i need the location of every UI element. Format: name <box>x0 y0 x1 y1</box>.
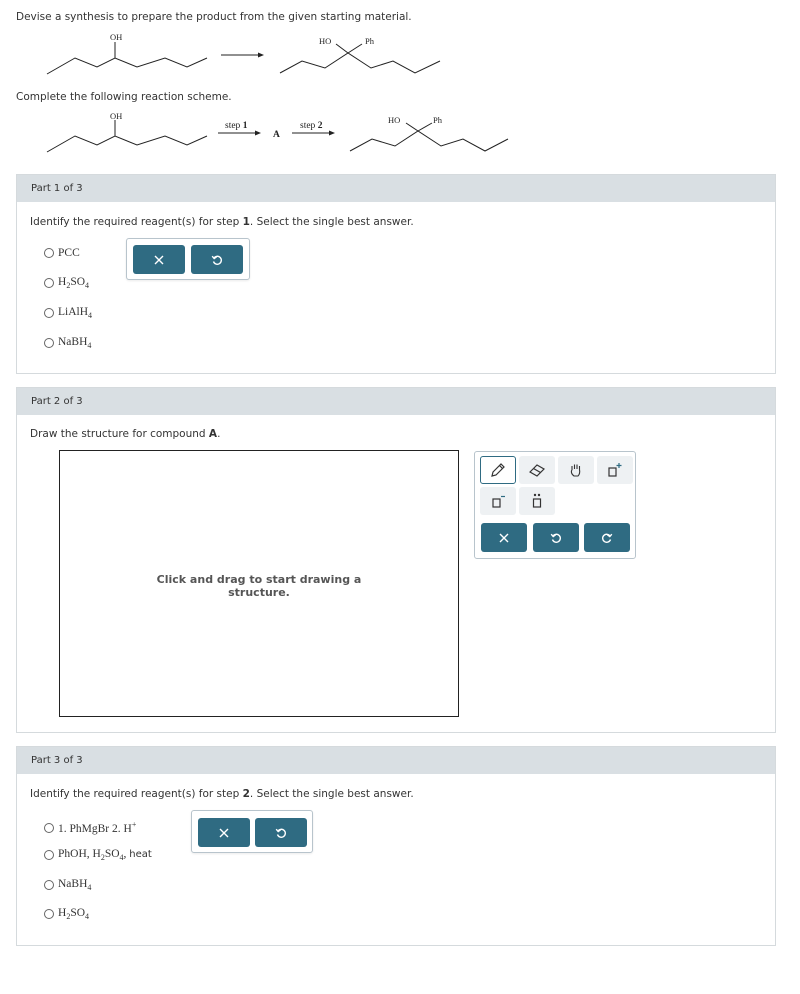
ho-label: HO <box>319 36 331 46</box>
radio-button[interactable] <box>44 248 54 258</box>
oh-label: OH <box>110 111 122 121</box>
part3-action-panel <box>191 810 313 853</box>
hand-tool[interactable] <box>558 456 594 484</box>
undo-icon <box>275 828 286 838</box>
undo-icon <box>211 255 222 265</box>
svg-text:step 1: step 1 <box>225 121 248 131</box>
radio-button[interactable] <box>44 338 54 348</box>
close-icon <box>154 255 164 264</box>
radio-button[interactable] <box>44 850 54 860</box>
reaction-scheme-bottom: OH step 1 A step 2 HO Ph <box>46 111 509 153</box>
canvas-hint: Click and drag to start drawing a struct… <box>156 573 362 599</box>
lone-pair-tool[interactable] <box>519 487 555 515</box>
part1-option-lialh4[interactable]: LiAlH4 <box>44 306 92 320</box>
undo-icon <box>550 533 561 543</box>
part3-option-nabh4[interactable]: NaBH4 <box>44 878 91 892</box>
drawing-toolbar <box>474 451 636 559</box>
positive-charge-tool[interactable] <box>597 456 633 484</box>
part1-option-nabh4[interactable]: NaBH4 <box>44 336 91 350</box>
close-icon <box>219 828 229 837</box>
negative-charge-tool[interactable] <box>480 487 516 515</box>
part3-option-phoh[interactable]: PhOH, H2SO4, heat <box>44 848 152 862</box>
part3-option-h2so4[interactable]: H2SO4 <box>44 907 89 921</box>
step1-word: step <box>225 121 241 131</box>
eraser-icon <box>529 464 545 477</box>
part1-action-panel <box>126 238 250 280</box>
part1-option-pcc[interactable]: PCC <box>44 247 80 259</box>
close-icon <box>499 533 509 542</box>
radio-button[interactable] <box>44 822 54 833</box>
part3-clear-button[interactable] <box>198 818 250 847</box>
part3-undo-button[interactable] <box>255 818 307 847</box>
compound-a-label: A <box>273 130 280 140</box>
part3-option-phmgbr[interactable]: 1. PhMgBr 2. H+ <box>44 820 136 835</box>
part2-undo-button[interactable] <box>533 523 579 552</box>
complete-text: Complete the following reaction scheme. <box>16 91 232 103</box>
part3-panel: Part 3 of 3 <box>16 746 776 946</box>
part1-header: Part 1 of 3 <box>17 175 775 202</box>
positive-charge-icon <box>608 463 622 477</box>
pencil-tool[interactable] <box>480 456 516 484</box>
radio-button[interactable] <box>44 909 54 919</box>
part1-instruction: Identify the required reagent(s) for ste… <box>30 216 414 228</box>
step2-number: 2 <box>318 121 323 131</box>
part1-clear-button[interactable] <box>133 245 185 274</box>
lone-pair-icon <box>532 493 542 508</box>
redo-icon <box>602 533 613 543</box>
ho-label: HO <box>388 115 400 125</box>
part2-clear-button[interactable] <box>481 523 527 552</box>
part1-undo-button[interactable] <box>191 245 243 274</box>
oh-label: OH <box>110 32 122 42</box>
radio-button[interactable] <box>44 880 54 890</box>
question-prompt: Devise a synthesis to prepare the produc… <box>16 11 412 23</box>
pencil-icon <box>491 463 505 477</box>
part2-instruction: Draw the structure for compound A. <box>30 428 221 440</box>
step1-number: 1 <box>243 121 248 131</box>
part3-header: Part 3 of 3 <box>17 747 775 774</box>
part2-redo-button[interactable] <box>584 523 630 552</box>
step2-word: step <box>300 121 316 131</box>
part3-instruction: Identify the required reagent(s) for ste… <box>30 788 414 800</box>
part1-option-h2so4[interactable]: H2SO4 <box>44 276 89 290</box>
eraser-tool[interactable] <box>519 456 555 484</box>
ph-label: Ph <box>365 36 375 46</box>
part2-header: Part 2 of 3 <box>17 388 775 415</box>
hand-icon <box>570 464 581 477</box>
svg-text:step 2: step 2 <box>300 121 323 131</box>
negative-charge-icon <box>492 495 505 508</box>
radio-button[interactable] <box>44 308 54 318</box>
ph-label: Ph <box>433 115 443 125</box>
radio-button[interactable] <box>44 278 54 288</box>
reaction-scheme-top: OH HO Ph <box>46 32 441 75</box>
drawing-canvas[interactable]: Click and drag to start drawing a struct… <box>59 450 459 717</box>
